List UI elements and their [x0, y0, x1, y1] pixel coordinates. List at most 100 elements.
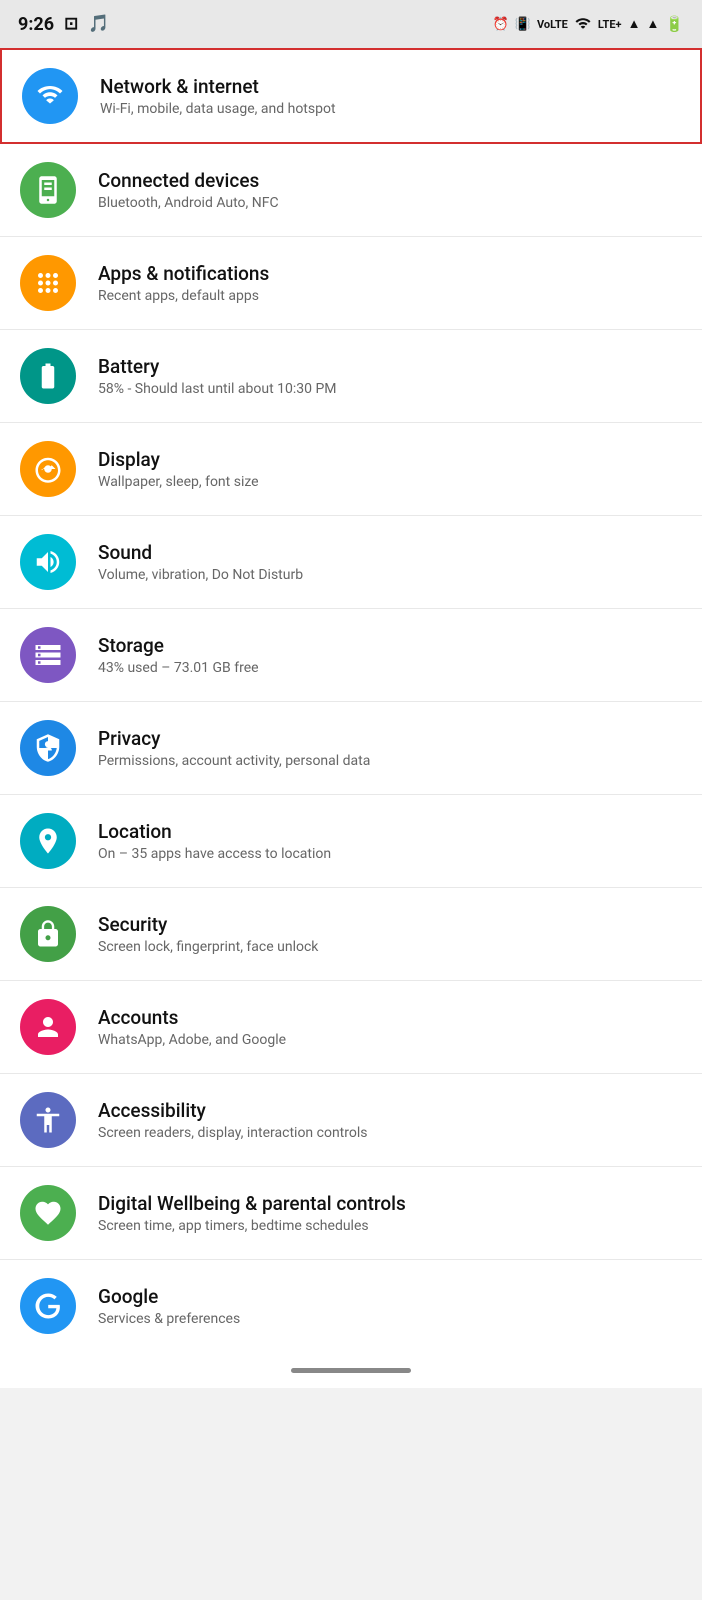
accessibility-title: Accessibility — [98, 1099, 682, 1122]
security-subtitle: Screen lock, fingerprint, face unlock — [98, 939, 682, 955]
apps-icon — [33, 268, 63, 298]
settings-item-wellbeing[interactable]: Digital Wellbeing & parental controls Sc… — [0, 1167, 702, 1260]
security-icon — [33, 919, 63, 949]
signal2-icon: ▲ — [646, 16, 659, 32]
security-icon-circle — [20, 906, 76, 962]
battery-icon: 🔋 — [665, 15, 684, 33]
settings-list: Network & internet Wi-Fi, mobile, data u… — [0, 48, 702, 1352]
wifi-status-icon — [574, 15, 592, 33]
storage-text: Storage 43% used – 73.01 GB free — [98, 634, 682, 676]
location-icon — [33, 826, 63, 856]
apps-title: Apps & notifications — [98, 262, 682, 285]
google-text: Google Services & preferences — [98, 1285, 682, 1327]
network-title: Network & internet — [100, 75, 680, 98]
wifi-icon — [35, 81, 65, 111]
security-title: Security — [98, 913, 682, 936]
volte-icon: VoLTE — [537, 18, 568, 31]
status-left: 9:26 ⊡ 🎵 — [18, 14, 109, 35]
accounts-icon-circle — [20, 999, 76, 1055]
home-indicator — [0, 1352, 702, 1388]
storage-title: Storage — [98, 634, 682, 657]
screenshot-icon: ⊡ — [64, 14, 78, 34]
accessibility-icon-circle — [20, 1092, 76, 1148]
location-title: Location — [98, 820, 682, 843]
wellbeing-icon-circle — [20, 1185, 76, 1241]
apps-icon-circle — [20, 255, 76, 311]
battery-title: Battery — [98, 355, 682, 378]
sound-title: Sound — [98, 541, 682, 564]
network-icon-circle — [22, 68, 78, 124]
accessibility-icon — [33, 1105, 63, 1135]
display-icon — [33, 454, 63, 484]
apps-text: Apps & notifications Recent apps, defaul… — [98, 262, 682, 304]
signal1-icon: ▲ — [628, 16, 641, 32]
wellbeing-title: Digital Wellbeing & parental controls — [98, 1192, 682, 1215]
battery-icon-circle — [20, 348, 76, 404]
battery-setting-icon — [33, 361, 63, 391]
accessibility-text: Accessibility Screen readers, display, i… — [98, 1099, 682, 1141]
settings-item-connected[interactable]: Connected devices Bluetooth, Android Aut… — [0, 144, 702, 237]
display-subtitle: Wallpaper, sleep, font size — [98, 474, 682, 490]
accounts-icon — [33, 1012, 63, 1042]
sound-icon — [33, 547, 63, 577]
status-time: 9:26 — [18, 14, 54, 35]
privacy-subtitle: Permissions, account activity, personal … — [98, 753, 682, 769]
location-subtitle: On – 35 apps have access to location — [98, 846, 682, 862]
vibrate-icon: 📳 — [515, 17, 531, 32]
settings-item-network[interactable]: Network & internet Wi-Fi, mobile, data u… — [0, 48, 702, 144]
privacy-icon-circle — [20, 720, 76, 776]
settings-item-location[interactable]: Location On – 35 apps have access to loc… — [0, 795, 702, 888]
battery-subtitle: 58% - Should last until about 10:30 PM — [98, 381, 682, 397]
settings-item-sound[interactable]: Sound Volume, vibration, Do Not Disturb — [0, 516, 702, 609]
google-icon — [33, 1291, 63, 1321]
apps-subtitle: Recent apps, default apps — [98, 288, 682, 304]
google-subtitle: Services & preferences — [98, 1311, 682, 1327]
settings-item-privacy[interactable]: Privacy Permissions, account activity, p… — [0, 702, 702, 795]
accounts-title: Accounts — [98, 1006, 682, 1029]
accessibility-subtitle: Screen readers, display, interaction con… — [98, 1125, 682, 1141]
accounts-subtitle: WhatsApp, Adobe, and Google — [98, 1032, 682, 1048]
privacy-text: Privacy Permissions, account activity, p… — [98, 727, 682, 769]
settings-item-display[interactable]: Display Wallpaper, sleep, font size — [0, 423, 702, 516]
location-icon-circle — [20, 813, 76, 869]
settings-item-apps[interactable]: Apps & notifications Recent apps, defaul… — [0, 237, 702, 330]
settings-item-accessibility[interactable]: Accessibility Screen readers, display, i… — [0, 1074, 702, 1167]
location-text: Location On – 35 apps have access to loc… — [98, 820, 682, 862]
shazam-icon: 🎵 — [88, 14, 109, 34]
network-subtitle: Wi-Fi, mobile, data usage, and hotspot — [100, 101, 680, 117]
sound-icon-circle — [20, 534, 76, 590]
storage-icon — [33, 640, 63, 670]
settings-item-accounts[interactable]: Accounts WhatsApp, Adobe, and Google — [0, 981, 702, 1074]
security-text: Security Screen lock, fingerprint, face … — [98, 913, 682, 955]
lte-icon: LTE+ — [598, 18, 622, 31]
connected-icon — [33, 175, 63, 205]
sound-subtitle: Volume, vibration, Do Not Disturb — [98, 567, 682, 583]
display-icon-circle — [20, 441, 76, 497]
accounts-text: Accounts WhatsApp, Adobe, and Google — [98, 1006, 682, 1048]
wellbeing-icon — [33, 1198, 63, 1228]
network-text: Network & internet Wi-Fi, mobile, data u… — [100, 75, 680, 117]
sound-text: Sound Volume, vibration, Do Not Disturb — [98, 541, 682, 583]
privacy-icon — [33, 733, 63, 763]
wellbeing-subtitle: Screen time, app timers, bedtime schedul… — [98, 1218, 682, 1234]
settings-item-google[interactable]: Google Services & preferences — [0, 1260, 702, 1352]
connected-title: Connected devices — [98, 169, 682, 192]
wellbeing-text: Digital Wellbeing & parental controls Sc… — [98, 1192, 682, 1234]
battery-text: Battery 58% - Should last until about 10… — [98, 355, 682, 397]
settings-item-storage[interactable]: Storage 43% used – 73.01 GB free — [0, 609, 702, 702]
settings-item-battery[interactable]: Battery 58% - Should last until about 10… — [0, 330, 702, 423]
storage-icon-circle — [20, 627, 76, 683]
home-bar[interactable] — [291, 1368, 411, 1373]
privacy-title: Privacy — [98, 727, 682, 750]
google-title: Google — [98, 1285, 682, 1308]
connected-subtitle: Bluetooth, Android Auto, NFC — [98, 195, 682, 211]
alarm-icon: ⏰ — [493, 17, 509, 32]
settings-item-security[interactable]: Security Screen lock, fingerprint, face … — [0, 888, 702, 981]
connected-icon-circle — [20, 162, 76, 218]
connected-text: Connected devices Bluetooth, Android Aut… — [98, 169, 682, 211]
display-text: Display Wallpaper, sleep, font size — [98, 448, 682, 490]
storage-subtitle: 43% used – 73.01 GB free — [98, 660, 682, 676]
display-title: Display — [98, 448, 682, 471]
status-right: ⏰ 📳 VoLTE LTE+ ▲ ▲ 🔋 — [493, 15, 684, 33]
google-icon-circle — [20, 1278, 76, 1334]
